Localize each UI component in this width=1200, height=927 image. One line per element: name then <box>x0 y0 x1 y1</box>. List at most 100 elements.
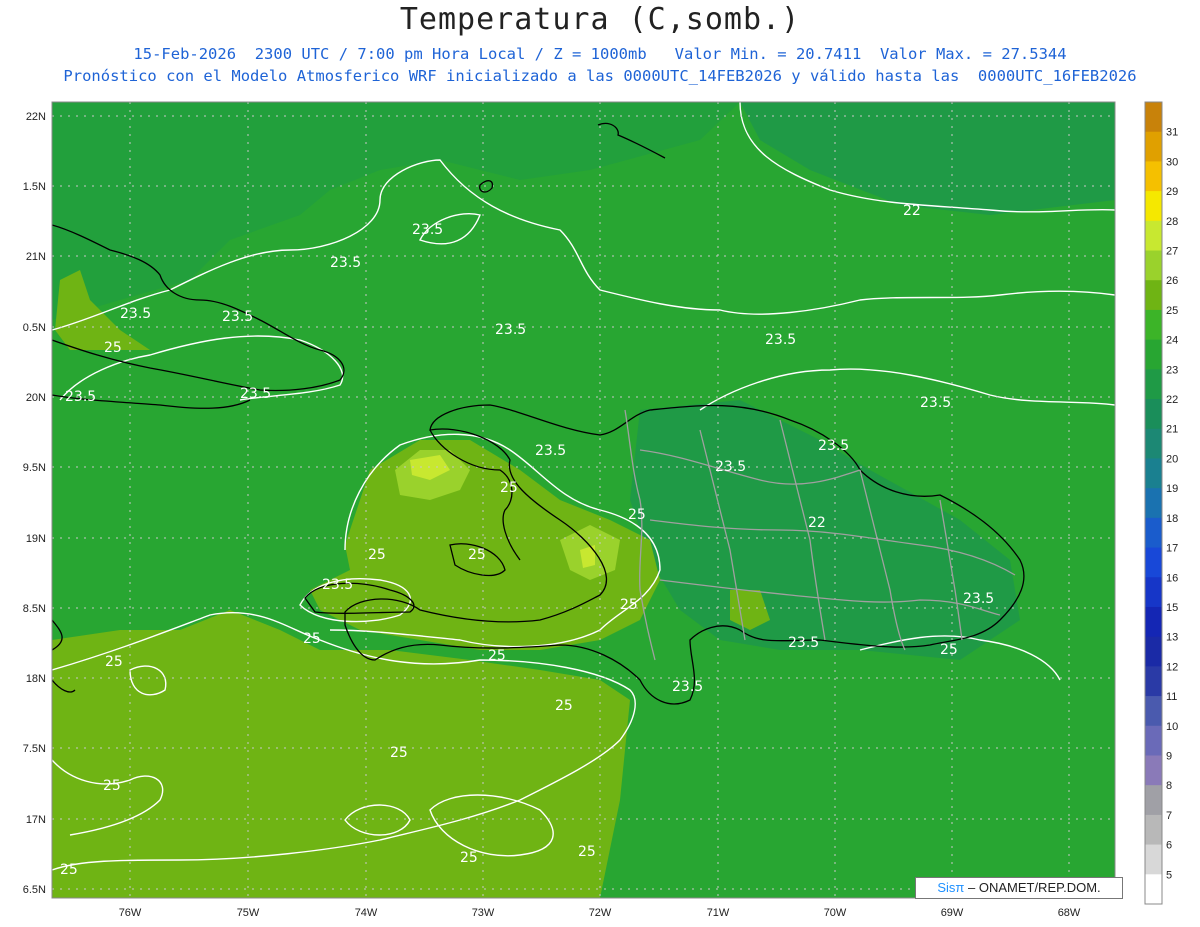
contour-label: 23.5 <box>412 222 443 238</box>
colorbar-label: 21 <box>1166 424 1178 436</box>
contour-label: 25 <box>940 642 958 658</box>
colorbar-swatch <box>1145 428 1162 459</box>
colorbar-swatch <box>1145 250 1162 281</box>
colorbar-swatch <box>1145 458 1162 489</box>
temperature-map: 22N 1.5N 21N 0.5N 20N 9.5N 19N 8.5N 18N … <box>23 101 1178 919</box>
colorbar-label: 18 <box>1166 513 1178 525</box>
lon-tick: 69W <box>941 907 964 919</box>
contour-label: 25 <box>555 698 573 714</box>
colorbar-label: 16 <box>1166 572 1178 584</box>
map-title: Temperatura (C,somb.) <box>399 2 801 37</box>
colorbar-label: 22 <box>1166 394 1178 406</box>
colorbar-label: 11 <box>1166 691 1177 703</box>
colorbar-label: 30 <box>1166 156 1178 168</box>
colorbar-swatch <box>1145 220 1162 252</box>
colorbar-label: 17 <box>1166 543 1178 555</box>
lon-tick: 74W <box>355 907 378 919</box>
contour-label: 23.5 <box>330 255 361 271</box>
colorbar-swatch <box>1145 399 1162 430</box>
contour-label: 23.5 <box>818 438 849 454</box>
colorbar-swatch <box>1145 577 1162 608</box>
colorbar-swatch <box>1145 161 1162 192</box>
colorbar-label: 15 <box>1166 602 1178 614</box>
colorbar-label: 24 <box>1166 335 1178 347</box>
temperature-field <box>52 102 1115 898</box>
colorbar-swatch <box>1145 874 1162 905</box>
contour-label: 23.5 <box>535 443 566 459</box>
colorbar-swatch <box>1145 131 1162 162</box>
colorbar-label: 8 <box>1166 780 1172 792</box>
contour-label: 22 <box>808 515 826 531</box>
colorbar-swatch <box>1145 844 1162 875</box>
contour-label: 25 <box>578 844 596 860</box>
contour-label: 25 <box>105 654 123 670</box>
lon-tick: 73W <box>472 907 495 919</box>
contour-label: 23.5 <box>765 332 796 348</box>
lon-tick: 72W <box>589 907 612 919</box>
colorbar-label: 7 <box>1166 810 1172 822</box>
contour-label: 23.5 <box>788 635 819 651</box>
colorbar-label: 31 <box>1166 127 1178 139</box>
credit-brand: Sisπ <box>937 880 965 895</box>
lat-tick: 22N <box>26 111 46 123</box>
lat-tick: 6.5N <box>23 884 46 896</box>
colorbar-swatch <box>1145 636 1162 667</box>
colorbar-swatch <box>1145 191 1162 222</box>
contour-label: 23.5 <box>495 322 526 338</box>
latitude-axis: 22N 1.5N 21N 0.5N 20N 9.5N 19N 8.5N 18N … <box>23 111 46 896</box>
lat-tick: 19N <box>26 533 46 545</box>
lat-tick: 18N <box>26 673 46 685</box>
colorbar-label: 25 <box>1166 305 1178 317</box>
colorbar-swatch <box>1145 666 1162 697</box>
colorbar-label: 28 <box>1166 216 1178 228</box>
contour-label: 25 <box>620 597 638 613</box>
colorbar-swatch <box>1145 369 1162 400</box>
map-subtitle-time: 15-Feb-2026 2300 UTC / 7:00 pm Hora Loca… <box>133 45 1067 63</box>
colorbar-swatch <box>1145 696 1162 727</box>
colorbar-label: 5 <box>1166 869 1172 881</box>
colorbar-label: 13 <box>1166 632 1178 644</box>
lon-tick: 70W <box>824 907 847 919</box>
colorbar-label: 9 <box>1166 750 1172 762</box>
credit-box: Sisπ – ONAMET/REP.DOM. <box>915 877 1123 899</box>
contour-label: 22 <box>903 203 921 219</box>
colorbar-swatch <box>1145 606 1162 638</box>
contour-label: 23.5 <box>715 459 746 475</box>
lat-tick: 17N <box>26 814 46 826</box>
contour-label: 25 <box>500 480 518 496</box>
colorbar-swatch <box>1145 725 1162 756</box>
contour-label: 23.5 <box>672 679 703 695</box>
colorbar-swatch <box>1145 488 1162 519</box>
contour-label: 23.5 <box>120 306 151 322</box>
colorbar-swatch <box>1145 755 1162 786</box>
colorbar-swatch <box>1145 309 1162 341</box>
map-subtitle-model: Pronóstico con el Modelo Atmosferico WRF… <box>63 67 1137 85</box>
colorbar-label: 26 <box>1166 275 1178 287</box>
contour-label: 25 <box>460 850 478 866</box>
longitude-axis: 76W 75W 74W 73W 72W 71W 70W 69W 68W <box>119 907 1081 919</box>
lat-tick: 8.5N <box>23 603 46 615</box>
contour-label: 23.5 <box>240 386 271 402</box>
colorbar-swatch <box>1145 547 1162 578</box>
contour-label: 25 <box>488 648 506 664</box>
colorbar-swatch <box>1145 814 1162 846</box>
colorbar-label: 27 <box>1166 246 1178 258</box>
contour-label: 25 <box>104 340 122 356</box>
colorbar-swatch <box>1145 102 1162 133</box>
contour-label: 23.5 <box>963 591 994 607</box>
colorbar-swatch <box>1145 517 1162 549</box>
contour-label: 25 <box>468 547 486 563</box>
lat-tick: 21N <box>26 251 46 263</box>
lon-tick: 71W <box>707 907 730 919</box>
colorbar-label: 10 <box>1166 721 1178 733</box>
lat-tick: 7.5N <box>23 743 46 755</box>
colorbar-label: 12 <box>1166 661 1178 673</box>
contour-label: 23.5 <box>65 389 96 405</box>
lat-tick: 9.5N <box>23 462 46 474</box>
credit-org: – ONAMET/REP.DOM. <box>967 880 1101 895</box>
colorbar-swatch <box>1145 339 1162 370</box>
colorbar-label: 6 <box>1166 840 1172 852</box>
colorbar-label: 19 <box>1166 483 1178 495</box>
lat-tick: 20N <box>26 392 46 404</box>
lat-tick: 0.5N <box>23 322 46 334</box>
